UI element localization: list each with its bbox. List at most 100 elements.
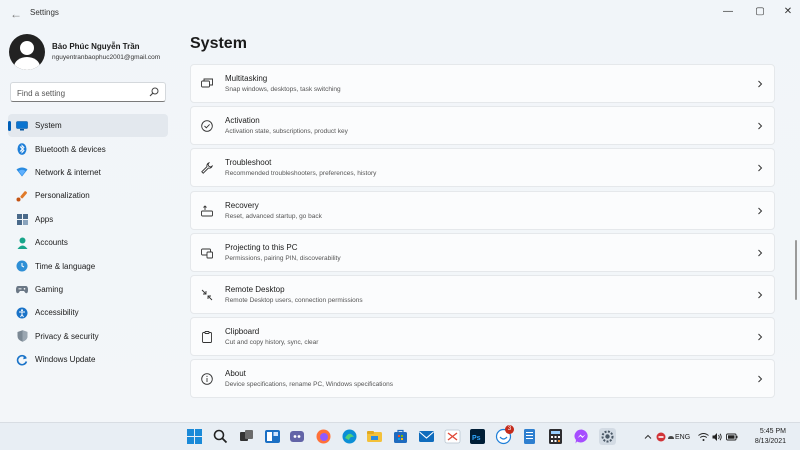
card-recovery[interactable]: Recovery Reset, advanced startup, go bac… <box>190 190 775 230</box>
sidebar-item-label: Personalization <box>35 191 90 201</box>
card-title: Activation <box>225 116 260 126</box>
user-name: Bảo Phúc Nguyễn Trần <box>52 42 140 51</box>
shield-icon <box>16 330 28 342</box>
messenger-icon[interactable] <box>573 428 590 445</box>
chevron-up-icon[interactable] <box>644 433 652 441</box>
edge-icon[interactable] <box>341 428 358 445</box>
apps-icon <box>16 213 28 225</box>
remote-desktop-icon <box>201 289 213 301</box>
minimize-button[interactable]: — <box>718 4 738 20</box>
photoshop-icon[interactable]: Ps <box>469 428 486 445</box>
gamepad-icon <box>16 283 28 295</box>
recovery-icon <box>201 204 213 217</box>
globe-clock-icon <box>16 260 28 272</box>
card-subtitle: Activation state, subscriptions, product… <box>225 128 348 136</box>
search-icon[interactable] <box>212 428 229 445</box>
search-input[interactable] <box>11 84 141 103</box>
chevron-right-icon <box>758 291 763 299</box>
wifi-icon[interactable] <box>698 432 709 442</box>
sidebar-item-network[interactable]: Network & internet <box>8 161 168 184</box>
card-about[interactable]: About Device specifications, rename PC, … <box>190 359 775 399</box>
chevron-right-icon <box>758 122 763 130</box>
onedrive-cloud-icon[interactable] <box>667 432 675 442</box>
user-email: nguyentranbaophuc2001@gmail.com <box>52 54 161 61</box>
scrollbar-thumb[interactable] <box>795 240 797 300</box>
card-subtitle: Permissions, pairing PIN, discoverabilit… <box>225 254 341 262</box>
sidebar-item-windows-update[interactable]: Windows Update <box>8 348 168 371</box>
sidebar-item-system[interactable]: System <box>8 114 168 138</box>
notification-badge: 3 <box>505 425 514 434</box>
sidebar-item-privacy[interactable]: Privacy & security <box>8 325 168 348</box>
card-title: Clipboard <box>225 327 260 337</box>
card-title: Projecting to this PC <box>225 242 298 252</box>
sidebar-item-personalization[interactable]: Personalization <box>8 184 168 207</box>
sidebar-item-label: Accounts <box>35 238 68 248</box>
sidebar-item-label: Windows Update <box>35 355 96 365</box>
card-title: About <box>225 369 246 379</box>
card-title: Troubleshoot <box>225 158 272 168</box>
store-icon[interactable] <box>392 428 409 445</box>
card-subtitle: Recommended troubleshooters, preferences… <box>225 170 377 178</box>
card-subtitle: Snap windows, desktops, task switching <box>225 86 341 93</box>
back-button[interactable]: ← <box>8 6 24 22</box>
sidebar-item-label: Gaming <box>35 284 64 294</box>
sidebar-item-bluetooth[interactable]: Bluetooth & devices <box>8 137 168 160</box>
mail-icon[interactable] <box>418 428 435 445</box>
maximize-button[interactable]: ▢ <box>750 4 770 20</box>
sidebar-item-apps[interactable]: Apps <box>8 208 168 231</box>
projector-icon <box>201 248 213 259</box>
snipping-tool-icon[interactable] <box>444 428 461 445</box>
chevron-right-icon <box>758 333 763 341</box>
sidebar-item-accessibility[interactable]: Accessibility <box>8 301 168 324</box>
card-subtitle: Remote Desktop users, connection permiss… <box>225 296 363 304</box>
card-multitasking[interactable]: Multitasking Snap windows, desktops, tas… <box>190 64 775 103</box>
volume-icon[interactable] <box>712 432 723 442</box>
bluetooth-icon <box>16 143 28 155</box>
update-icon <box>16 354 28 366</box>
widgets-icon[interactable] <box>264 428 281 445</box>
calculator-icon[interactable] <box>547 428 564 445</box>
file-explorer-icon[interactable] <box>366 428 383 445</box>
no-entry-icon[interactable] <box>656 432 666 442</box>
clipboard-icon <box>202 331 212 344</box>
teams-chat-icon[interactable] <box>289 428 306 445</box>
accessibility-icon <box>16 307 28 319</box>
settings-gear-icon[interactable] <box>599 428 616 445</box>
close-button[interactable]: ✕ <box>778 4 798 20</box>
brush-icon <box>16 190 28 202</box>
sidebar-item-accounts[interactable]: Accounts <box>8 231 168 254</box>
firefox-icon[interactable] <box>315 428 332 445</box>
notepad-icon[interactable] <box>521 428 538 445</box>
info-icon <box>201 373 213 386</box>
search-icon[interactable] <box>149 87 159 97</box>
card-activation[interactable]: Activation Activation state, subscriptio… <box>190 106 775 146</box>
card-remote-desktop[interactable]: Remote Desktop Remote Desktop users, con… <box>190 274 775 314</box>
check-circle-icon <box>201 120 213 132</box>
clock-time[interactable]: 5:45 PM <box>748 428 786 435</box>
windows-start-icon[interactable] <box>186 428 203 445</box>
search-box[interactable] <box>10 82 166 103</box>
battery-icon[interactable] <box>726 432 738 442</box>
task-view-icon[interactable] <box>238 428 255 445</box>
sidebar-item-label: Accessibility <box>35 308 79 318</box>
sidebar-item-time-language[interactable]: Time & language <box>8 254 168 277</box>
language-indicator[interactable]: ENG <box>675 434 690 441</box>
sidebar-item-label: Bluetooth & devices <box>35 144 106 154</box>
avatar-head <box>20 41 34 55</box>
card-projecting[interactable]: Projecting to this PC Permissions, pairi… <box>190 232 775 272</box>
taskbar: Ps 3 ENG 5:45 PM 8/13/2021 <box>0 422 800 450</box>
chevron-right-icon <box>758 165 763 172</box>
chevron-right-icon <box>758 375 763 383</box>
app-title: Settings <box>30 8 59 17</box>
card-title: Remote Desktop <box>225 284 285 294</box>
person-icon <box>16 237 28 249</box>
card-clipboard[interactable]: Clipboard Cut and copy history, sync, cl… <box>190 317 775 357</box>
sidebar-nav: System Bluetooth & devices Network & int… <box>8 114 168 371</box>
card-troubleshoot[interactable]: Troubleshoot Recommended troubleshooters… <box>190 148 775 188</box>
monitor-icon <box>16 120 28 132</box>
clock-date[interactable]: 8/13/2021 <box>742 438 786 445</box>
sidebar-item-label: Time & language <box>35 261 96 271</box>
sidebar-item-gaming[interactable]: Gaming <box>8 278 168 301</box>
chevron-right-icon <box>758 249 763 257</box>
avatar[interactable] <box>9 34 45 70</box>
